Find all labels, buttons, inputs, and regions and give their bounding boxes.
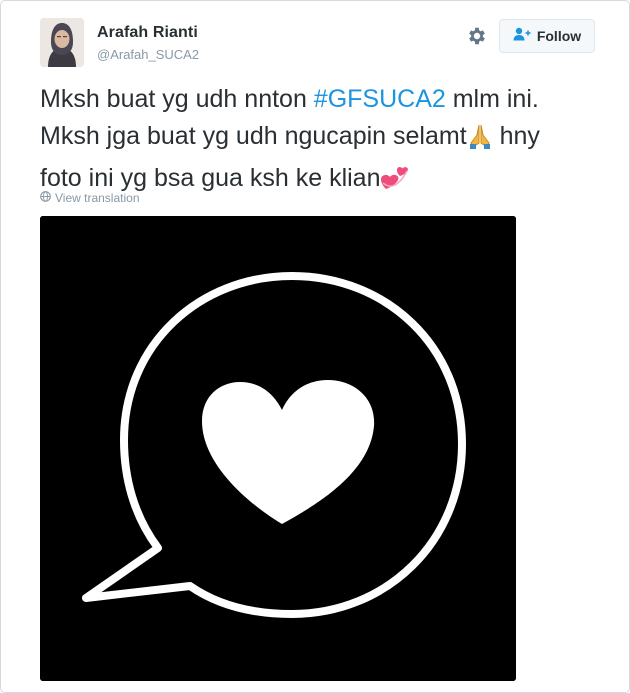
tweet-text-segment: mlm ini. bbox=[445, 85, 539, 113]
tweet-line-1: Mksh buat yg udh nnton #GFSUCA2 mlm ini. bbox=[40, 81, 600, 118]
avatar[interactable] bbox=[40, 18, 84, 67]
hashtag-link[interactable]: #GFSUCA2 bbox=[314, 85, 446, 113]
follow-label: Follow bbox=[536, 28, 582, 44]
add-user-icon bbox=[513, 27, 531, 46]
tweet-text-segment: foto ini yg bsa gua ksh ke klian bbox=[40, 164, 381, 192]
user-name[interactable]: Arafah Rianti bbox=[97, 24, 198, 42]
tweet-card: Arafah Rianti @Arafah_SUCA2 Follow Mksh … bbox=[0, 0, 630, 693]
tweet-line-2: Mksh jga buat yg udh ngucapin selamt hny bbox=[40, 118, 600, 160]
user-handle[interactable]: @Arafah_SUCA2 bbox=[97, 47, 199, 62]
tweet-media-image[interactable] bbox=[40, 216, 516, 681]
revolving-hearts-icon bbox=[380, 163, 410, 202]
globe-icon bbox=[40, 191, 51, 205]
tweet-text-segment: hny bbox=[492, 122, 540, 150]
gear-icon[interactable] bbox=[466, 25, 488, 47]
tweet-text: Mksh buat yg udh nnton #GFSUCA2 mlm ini.… bbox=[40, 81, 600, 202]
view-translation-link[interactable]: View translation bbox=[40, 191, 140, 205]
folded-hands-icon bbox=[467, 123, 493, 160]
view-translation-label: View translation bbox=[55, 191, 140, 205]
follow-button[interactable]: Follow bbox=[499, 19, 595, 53]
tweet-text-segment: Mksh jga buat yg udh ngucapin selamt bbox=[40, 122, 467, 150]
tweet-text-segment: Mksh buat yg udh nnton bbox=[40, 85, 314, 113]
